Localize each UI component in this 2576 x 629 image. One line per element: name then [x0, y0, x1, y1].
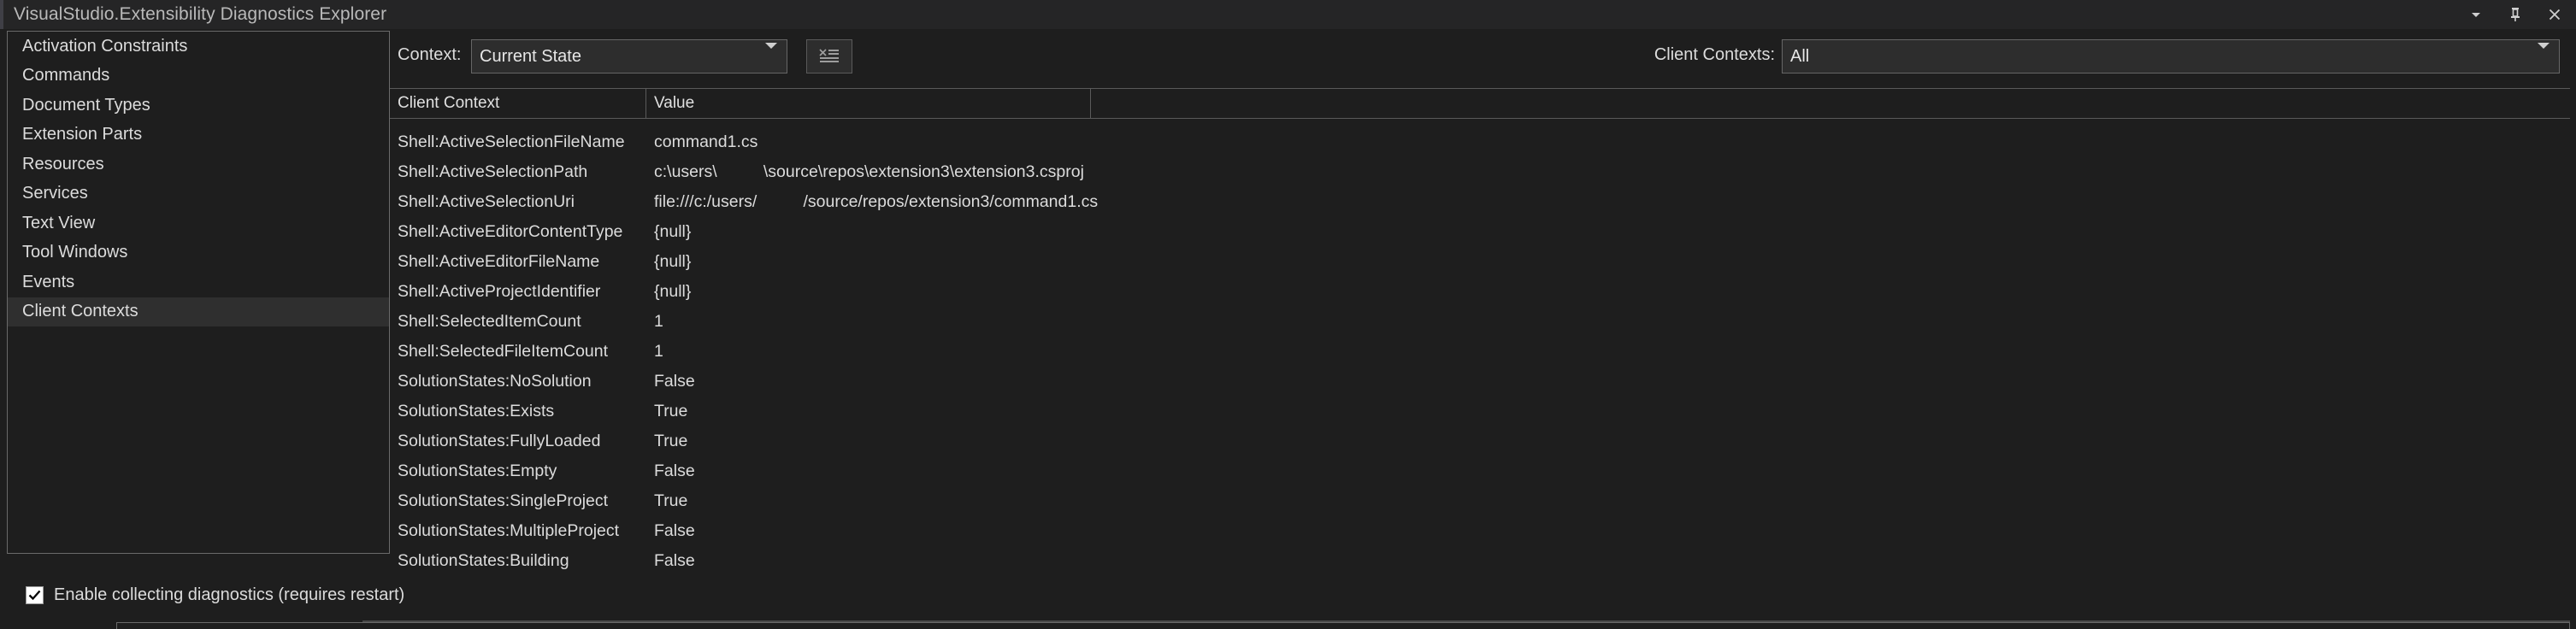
cell-key: Shell:ActiveEditorContentType [398, 222, 623, 241]
context-dropdown[interactable]: Current State [471, 39, 787, 73]
table-row[interactable]: SolutionStates:MultipleProject False [390, 516, 2570, 546]
checkbox-box[interactable] [26, 585, 44, 604]
sidebar-item-label: Events [22, 272, 75, 291]
client-contexts-dropdown[interactable]: All [1782, 39, 2560, 73]
cell-key: Shell:ActiveEditorFileName [398, 252, 600, 271]
cell-value: False [654, 461, 695, 480]
sidebar-item-tool-windows[interactable]: Tool Windows [8, 238, 389, 268]
cell-key: SolutionStates:FullyLoaded [398, 432, 601, 450]
cell-key: SolutionStates:Building [398, 551, 569, 570]
table-row[interactable]: SolutionStates:NoSolution False [390, 367, 2570, 397]
table-row[interactable]: Shell:ActiveSelectionFileName command1.c… [390, 127, 2570, 157]
cell-value: 1 [654, 312, 663, 331]
sidebar-item-label: Extension Parts [22, 125, 143, 144]
cell-key: SolutionStates:SingleProject [398, 491, 609, 510]
client-contexts-dropdown-value: All [1790, 46, 1810, 66]
chevron-down-icon[interactable] [2467, 5, 2485, 24]
sidebar-item-label: Text View [22, 213, 96, 232]
cell-key: Shell:SelectedFileItemCount [398, 342, 609, 361]
bottom-panel [116, 622, 2570, 629]
column-header-filler[interactable] [1091, 89, 2570, 118]
category-list[interactable]: Activation Constraints Commands Document… [7, 31, 390, 554]
cell-key: SolutionStates:NoSolution [398, 372, 592, 391]
sidebar-item-text-view[interactable]: Text View [8, 209, 389, 238]
clear-list-icon [819, 49, 839, 62]
sidebar-item-label: Tool Windows [22, 243, 128, 262]
client-contexts-label: Client Contexts: [1653, 45, 1775, 64]
checkmark-icon [28, 590, 41, 600]
sidebar-item-events[interactable]: Events [8, 267, 389, 297]
column-header-client-context[interactable]: Client Context [390, 89, 646, 118]
table-row[interactable]: Shell:ActiveEditorContentType {null} [390, 217, 2570, 247]
checkbox-label: Enable collecting diagnostics (requires … [54, 585, 405, 604]
sidebar-item-label: Client Contexts [22, 302, 139, 321]
table-row[interactable]: Shell:ActiveEditorFileName {null} [390, 247, 2570, 277]
cell-value: command1.cs [654, 132, 758, 151]
cell-value: {null} [654, 222, 692, 241]
cell-value: {null} [654, 282, 692, 301]
cell-value: True [654, 402, 688, 420]
title-bar: VisualStudio.Extensibility Diagnostics E… [0, 0, 2576, 29]
window-controls [2467, 0, 2564, 29]
sidebar-item-label: Services [22, 184, 88, 203]
sidebar-item-resources[interactable]: Resources [8, 150, 389, 179]
sidebar-item-label: Document Types [22, 95, 150, 115]
context-dropdown-value: Current State [480, 46, 581, 66]
cell-key: Shell:ActiveSelectionPath [398, 162, 588, 181]
window-title: VisualStudio.Extensibility Diagnostics E… [14, 4, 387, 24]
sidebar-item-document-types[interactable]: Document Types [8, 91, 389, 121]
table-row[interactable]: SolutionStates:FullyLoaded True [390, 426, 2570, 456]
cell-value: True [654, 432, 688, 450]
cell-key: Shell:ActiveSelectionFileName [398, 132, 625, 151]
cell-key: SolutionStates:Empty [398, 461, 557, 480]
cell-key: SolutionStates:MultipleProject [398, 521, 620, 540]
cell-value: True [654, 491, 688, 510]
cell-value: 1 [654, 342, 663, 361]
table-row[interactable]: Shell:ActiveProjectIdentifier {null} [390, 277, 2570, 307]
cell-value: False [654, 372, 695, 391]
cell-value: False [654, 521, 695, 540]
sidebar-item-label: Commands [22, 66, 110, 85]
table-row[interactable]: Shell:SelectedFileItemCount 1 [390, 337, 2570, 367]
close-icon[interactable] [2545, 5, 2564, 24]
table-row[interactable]: Shell:ActiveSelectionUri file:///c:/user… [390, 187, 2570, 217]
sidebar-item-extension-parts[interactable]: Extension Parts [8, 121, 389, 150]
table-row[interactable]: SolutionStates:Exists True [390, 397, 2570, 426]
grid-body: Shell:ActiveSelectionFileName command1.c… [390, 127, 2570, 576]
footer-bar: Enable collecting diagnostics (requires … [0, 578, 2576, 612]
sidebar-item-label: Activation Constraints [22, 36, 188, 56]
cell-key: Shell:ActiveProjectIdentifier [398, 282, 601, 301]
toolbar: Context: Current State Client Contexts: … [390, 34, 2570, 80]
enable-diagnostics-checkbox[interactable]: Enable collecting diagnostics (requires … [26, 585, 404, 605]
cell-key: Shell:SelectedItemCount [398, 312, 581, 331]
sidebar-item-label: Resources [22, 154, 104, 173]
pin-icon[interactable] [2506, 5, 2525, 24]
table-row[interactable]: SolutionStates:Empty False [390, 456, 2570, 486]
cell-value: False [654, 551, 695, 570]
cell-key: Shell:ActiveSelectionUri [398, 192, 575, 211]
client-contexts-grid: Client Context Value Shell:ActiveSelecti… [390, 88, 2570, 601]
title-bar-accent [0, 0, 3, 29]
grid-header-row: Client Context Value [390, 88, 2570, 119]
table-row[interactable]: Shell:ActiveSelectionPath c:\users\ \sou… [390, 157, 2570, 187]
cell-value: file:///c:/users/ /source/repos/extensio… [654, 192, 1099, 211]
cell-key: SolutionStates:Exists [398, 402, 555, 420]
sidebar-item-commands[interactable]: Commands [8, 62, 389, 91]
table-row[interactable]: Shell:SelectedItemCount 1 [390, 307, 2570, 337]
chevron-down-icon [765, 43, 777, 64]
cell-value: {null} [654, 252, 692, 271]
sidebar-item-services[interactable]: Services [8, 179, 389, 209]
clear-list-button[interactable] [806, 39, 852, 73]
column-header-value[interactable]: Value [646, 89, 1091, 118]
table-row[interactable]: SolutionStates:Building False [390, 546, 2570, 576]
cell-value: c:\users\ \source\repos\extension3\exten… [654, 162, 1084, 181]
context-label: Context: [398, 45, 462, 64]
sidebar-item-client-contexts[interactable]: Client Contexts [8, 297, 389, 326]
chevron-down-icon [2538, 43, 2549, 64]
table-row[interactable]: SolutionStates:SingleProject True [390, 486, 2570, 516]
sidebar-item-activation-constraints[interactable]: Activation Constraints [8, 32, 389, 62]
